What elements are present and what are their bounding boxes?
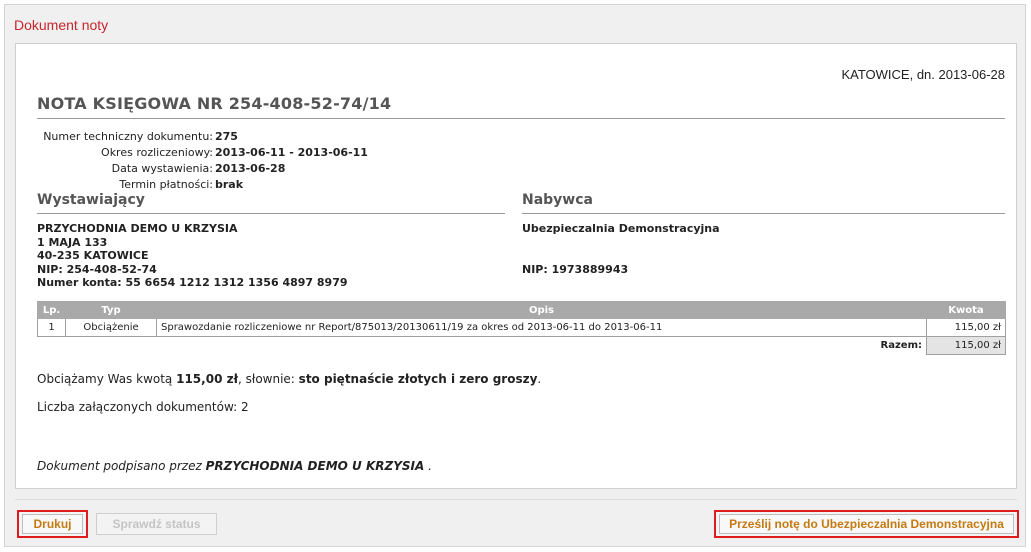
buyer-rule: [522, 213, 1005, 214]
summary-words: sto piętnaście złotych i zero groszy: [298, 372, 538, 386]
table-header-row: Lp. Typ Opis Kwota: [37, 301, 1006, 319]
issuer-rule: [37, 213, 505, 214]
table-row: 1 Obciążenie Sprawozdanie rozliczeniowe …: [37, 318, 1006, 337]
print-button[interactable]: Drukuj: [17, 510, 88, 538]
buyer-heading: Nabywca: [522, 192, 593, 208]
note-document: KATOWICE, dn. 2013-06-28 NOTA KSIĘGOWA N…: [15, 43, 1017, 489]
check-status-button[interactable]: Sprawdź status: [96, 513, 217, 535]
send-note-button[interactable]: Prześlij notę do Ubezpieczalnia Demonstr…: [714, 510, 1019, 538]
summary-amount: 115,00 zł: [176, 372, 239, 386]
buyer-name: Ubezpieczalnia Demonstracyjna: [522, 222, 720, 235]
issuer-city: 40-235 KATOWICE: [37, 249, 149, 262]
summary-prefix: Obciążamy Was kwotą: [37, 372, 177, 386]
total-row: Razem: 115,00 zł: [38, 336, 1006, 355]
meta-value: 2013-06-11 - 2013-06-11: [215, 146, 368, 159]
title-rule: [37, 118, 1005, 119]
column-header-type: Typ: [65, 301, 157, 319]
cell-type: Obciążenie: [65, 318, 157, 337]
meta-row-period: Okres rozliczeniowy: 2013-06-11 - 2013-0…: [37, 145, 368, 161]
total-value: 115,00 zł: [926, 336, 1006, 355]
summary-middle: , słownie:: [238, 372, 299, 386]
summary-suffix: .: [537, 372, 542, 386]
cell-description: Sprawozdanie rozliczeniowe nr Report/875…: [156, 318, 927, 337]
meta-label: Numer techniczny dokumentu:: [43, 130, 213, 143]
send-note-button-label: Prześlij notę do Ubezpieczalnia Demonstr…: [719, 514, 1014, 534]
meta-value: brak: [215, 178, 244, 191]
meta-row-issue-date: Data wystawienia: 2013-06-28: [37, 161, 368, 177]
issuer-account: Numer konta: 55 6654 1212 1312 1356 4897…: [37, 276, 348, 289]
document-meta: Numer techniczny dokumentu: 275 Okres ro…: [37, 129, 368, 193]
cell-lp: 1: [37, 318, 66, 337]
panel-title: Dokument noty: [14, 17, 109, 33]
column-header-lp: Lp.: [37, 301, 66, 319]
signed-name: PRZYCHODNIA DEMO U KRZYSIA: [205, 459, 425, 473]
column-header-amount: Kwota: [926, 301, 1006, 319]
meta-label: Okres rozliczeniowy:: [101, 146, 213, 159]
buyer-details: Ubezpieczalnia Demonstracyjna NIP: 19738…: [522, 222, 720, 276]
footer-divider: [15, 499, 1017, 500]
issuer-nip: NIP: 254-408-52-74: [37, 262, 157, 276]
cell-amount: 115,00 zł: [926, 318, 1006, 337]
signed-prefix: Dokument podpisano przez: [37, 459, 206, 473]
column-header-description: Opis: [156, 301, 927, 319]
charge-summary: Obciążamy Was kwotą 115,00 zł, słownie: …: [37, 372, 541, 386]
meta-label: Termin płatności:: [119, 178, 213, 191]
meta-row-technical-number: Numer techniczny dokumentu: 275: [37, 129, 368, 145]
document-panel: Dokument noty KATOWICE, dn. 2013-06-28 N…: [4, 4, 1026, 547]
issuer-details: PRZYCHODNIA DEMO U KRZYSIA 1 MAJA 133 40…: [37, 222, 348, 290]
signed-suffix: .: [424, 459, 432, 473]
meta-row-payment-term: Termin płatności: brak: [37, 177, 368, 193]
meta-value: 275: [215, 130, 238, 143]
print-button-label: Drukuj: [22, 514, 83, 534]
attachments-count: Liczba załączonych dokumentów: 2: [37, 400, 249, 414]
meta-label: Data wystawienia:: [111, 162, 213, 175]
buyer-nip: NIP: 1973889943: [522, 262, 629, 276]
city-date: KATOWICE, dn. 2013-06-28: [841, 67, 1005, 82]
total-label: Razem:: [880, 340, 922, 352]
meta-value: 2013-06-28: [215, 162, 286, 175]
issuer-heading: Wystawiający: [37, 192, 145, 208]
document-title: NOTA KSIĘGOWA NR 254-408-52-74/14: [37, 94, 392, 113]
issuer-name: PRZYCHODNIA DEMO U KRZYSIA: [37, 222, 238, 235]
signed-by: Dokument podpisano przez PRZYCHODNIA DEM…: [37, 459, 432, 473]
issuer-street: 1 MAJA 133: [37, 235, 108, 249]
items-table: Lp. Typ Opis Kwota 1 Obciążenie Sprawozd…: [37, 301, 1006, 355]
